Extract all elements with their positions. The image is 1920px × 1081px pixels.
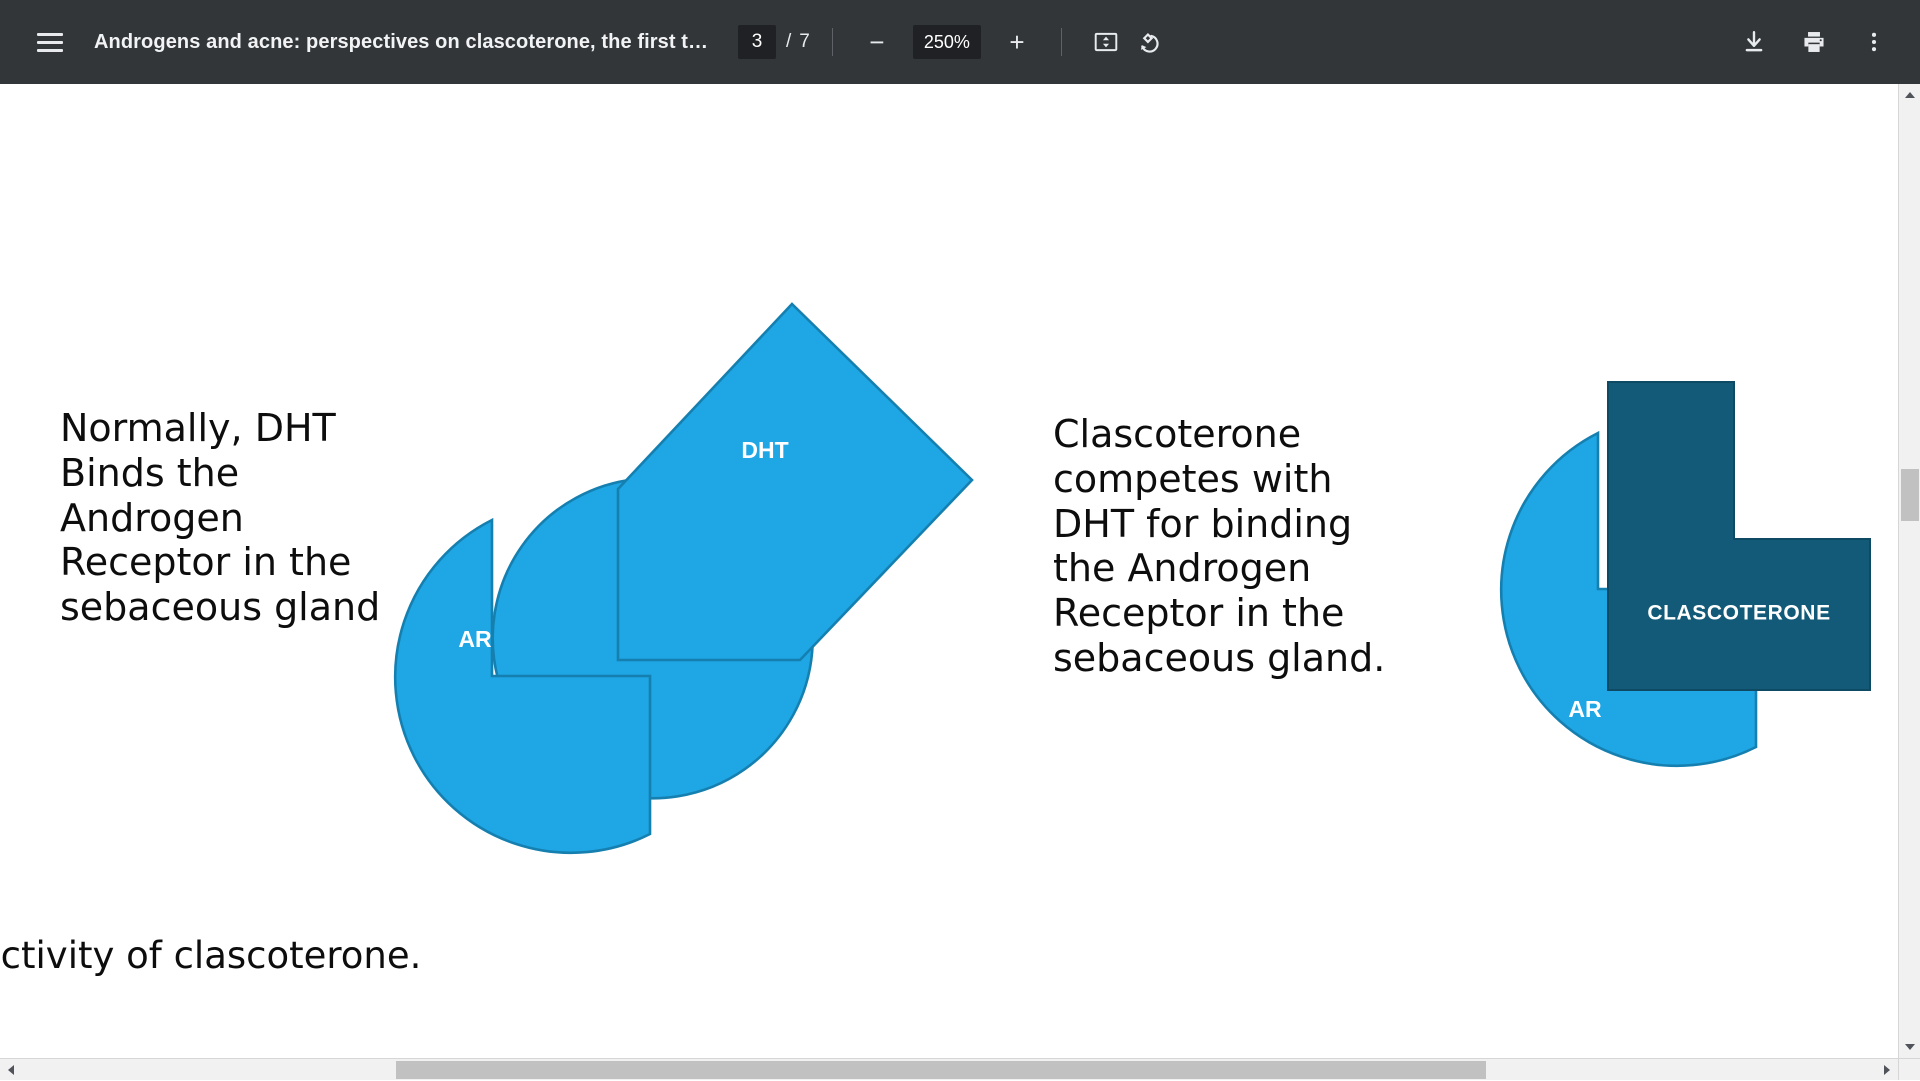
ar-label-left: AR bbox=[458, 626, 492, 652]
dht-label: DHT bbox=[741, 437, 788, 463]
scroll-down-arrow bbox=[1905, 1044, 1915, 1050]
toolbar-right-actions bbox=[1732, 20, 1896, 64]
scroll-right-button[interactable] bbox=[1876, 1059, 1898, 1081]
left-caption-text: Normally, DHT Binds the Androgen Recepto… bbox=[60, 406, 390, 630]
download-button[interactable] bbox=[1732, 20, 1776, 64]
clascoterone-ligand-shape bbox=[1608, 382, 1870, 690]
bottom-caption-text: activity of clascoterone. bbox=[0, 934, 678, 978]
scroll-left-button[interactable] bbox=[0, 1059, 22, 1081]
rotate-counterclockwise-button[interactable] bbox=[1128, 20, 1172, 64]
scrollbar-corner bbox=[1898, 1058, 1920, 1080]
print-icon bbox=[1801, 29, 1827, 55]
zoom-controls: − 250% + bbox=[855, 20, 1039, 64]
minus-icon: − bbox=[869, 29, 884, 55]
sidebar-toggle-button[interactable] bbox=[28, 20, 72, 64]
more-options-button[interactable] bbox=[1852, 20, 1896, 64]
pdf-viewer-toolbar: Androgens and acne: perspectives on clas… bbox=[0, 0, 1920, 84]
print-button[interactable] bbox=[1792, 20, 1836, 64]
right-caption-text: Clascoterone competes with DHT for bindi… bbox=[1053, 412, 1393, 681]
horizontal-scrollbar[interactable] bbox=[0, 1058, 1920, 1080]
pdf-viewer-area[interactable]: Normally, DHT Binds the Androgen Recepto… bbox=[0, 84, 1920, 1080]
rotate-counterclockwise-icon bbox=[1136, 29, 1163, 56]
scroll-down-button[interactable] bbox=[1899, 1036, 1920, 1058]
pdf-page-3: Normally, DHT Binds the Androgen Recepto… bbox=[0, 84, 1885, 1080]
scroll-up-button[interactable] bbox=[1899, 84, 1920, 106]
left-binding-diagram: AR DHT bbox=[380, 284, 1020, 924]
horizontal-scrollbar-thumb[interactable] bbox=[396, 1061, 1486, 1079]
fit-to-page-icon bbox=[1093, 29, 1119, 55]
clascoterone-label: CLASCOTERONE bbox=[1647, 602, 1830, 625]
download-icon bbox=[1741, 29, 1767, 55]
right-binding-diagram: AR CLASCOTERONE bbox=[1380, 414, 1900, 894]
more-vertical-icon bbox=[1861, 29, 1887, 55]
scroll-left-arrow bbox=[8, 1065, 14, 1075]
page-total-count: 7 bbox=[799, 31, 810, 53]
zoom-level-input[interactable]: 250% bbox=[913, 25, 981, 59]
document-title: Androgens and acne: perspectives on clas… bbox=[94, 31, 714, 54]
toolbar-divider-2 bbox=[1061, 28, 1062, 56]
page-navigation: 3 / 7 bbox=[738, 25, 810, 59]
ar-label-right: AR bbox=[1568, 696, 1602, 722]
vertical-scrollbar-thumb[interactable] bbox=[1901, 469, 1919, 521]
dht-ligand-shape bbox=[618, 304, 972, 660]
zoom-in-button[interactable]: + bbox=[995, 20, 1039, 64]
fit-to-page-button[interactable] bbox=[1084, 20, 1128, 64]
toolbar-divider-1 bbox=[832, 28, 833, 56]
page-number-input[interactable]: 3 bbox=[738, 25, 776, 59]
hamburger-menu-icon bbox=[37, 33, 63, 52]
vertical-scrollbar[interactable] bbox=[1898, 84, 1920, 1058]
page-separator: / bbox=[786, 31, 791, 53]
scroll-right-arrow bbox=[1884, 1065, 1890, 1075]
plus-icon: + bbox=[1009, 29, 1024, 55]
zoom-out-button[interactable]: − bbox=[855, 20, 899, 64]
scroll-up-arrow bbox=[1905, 92, 1915, 98]
